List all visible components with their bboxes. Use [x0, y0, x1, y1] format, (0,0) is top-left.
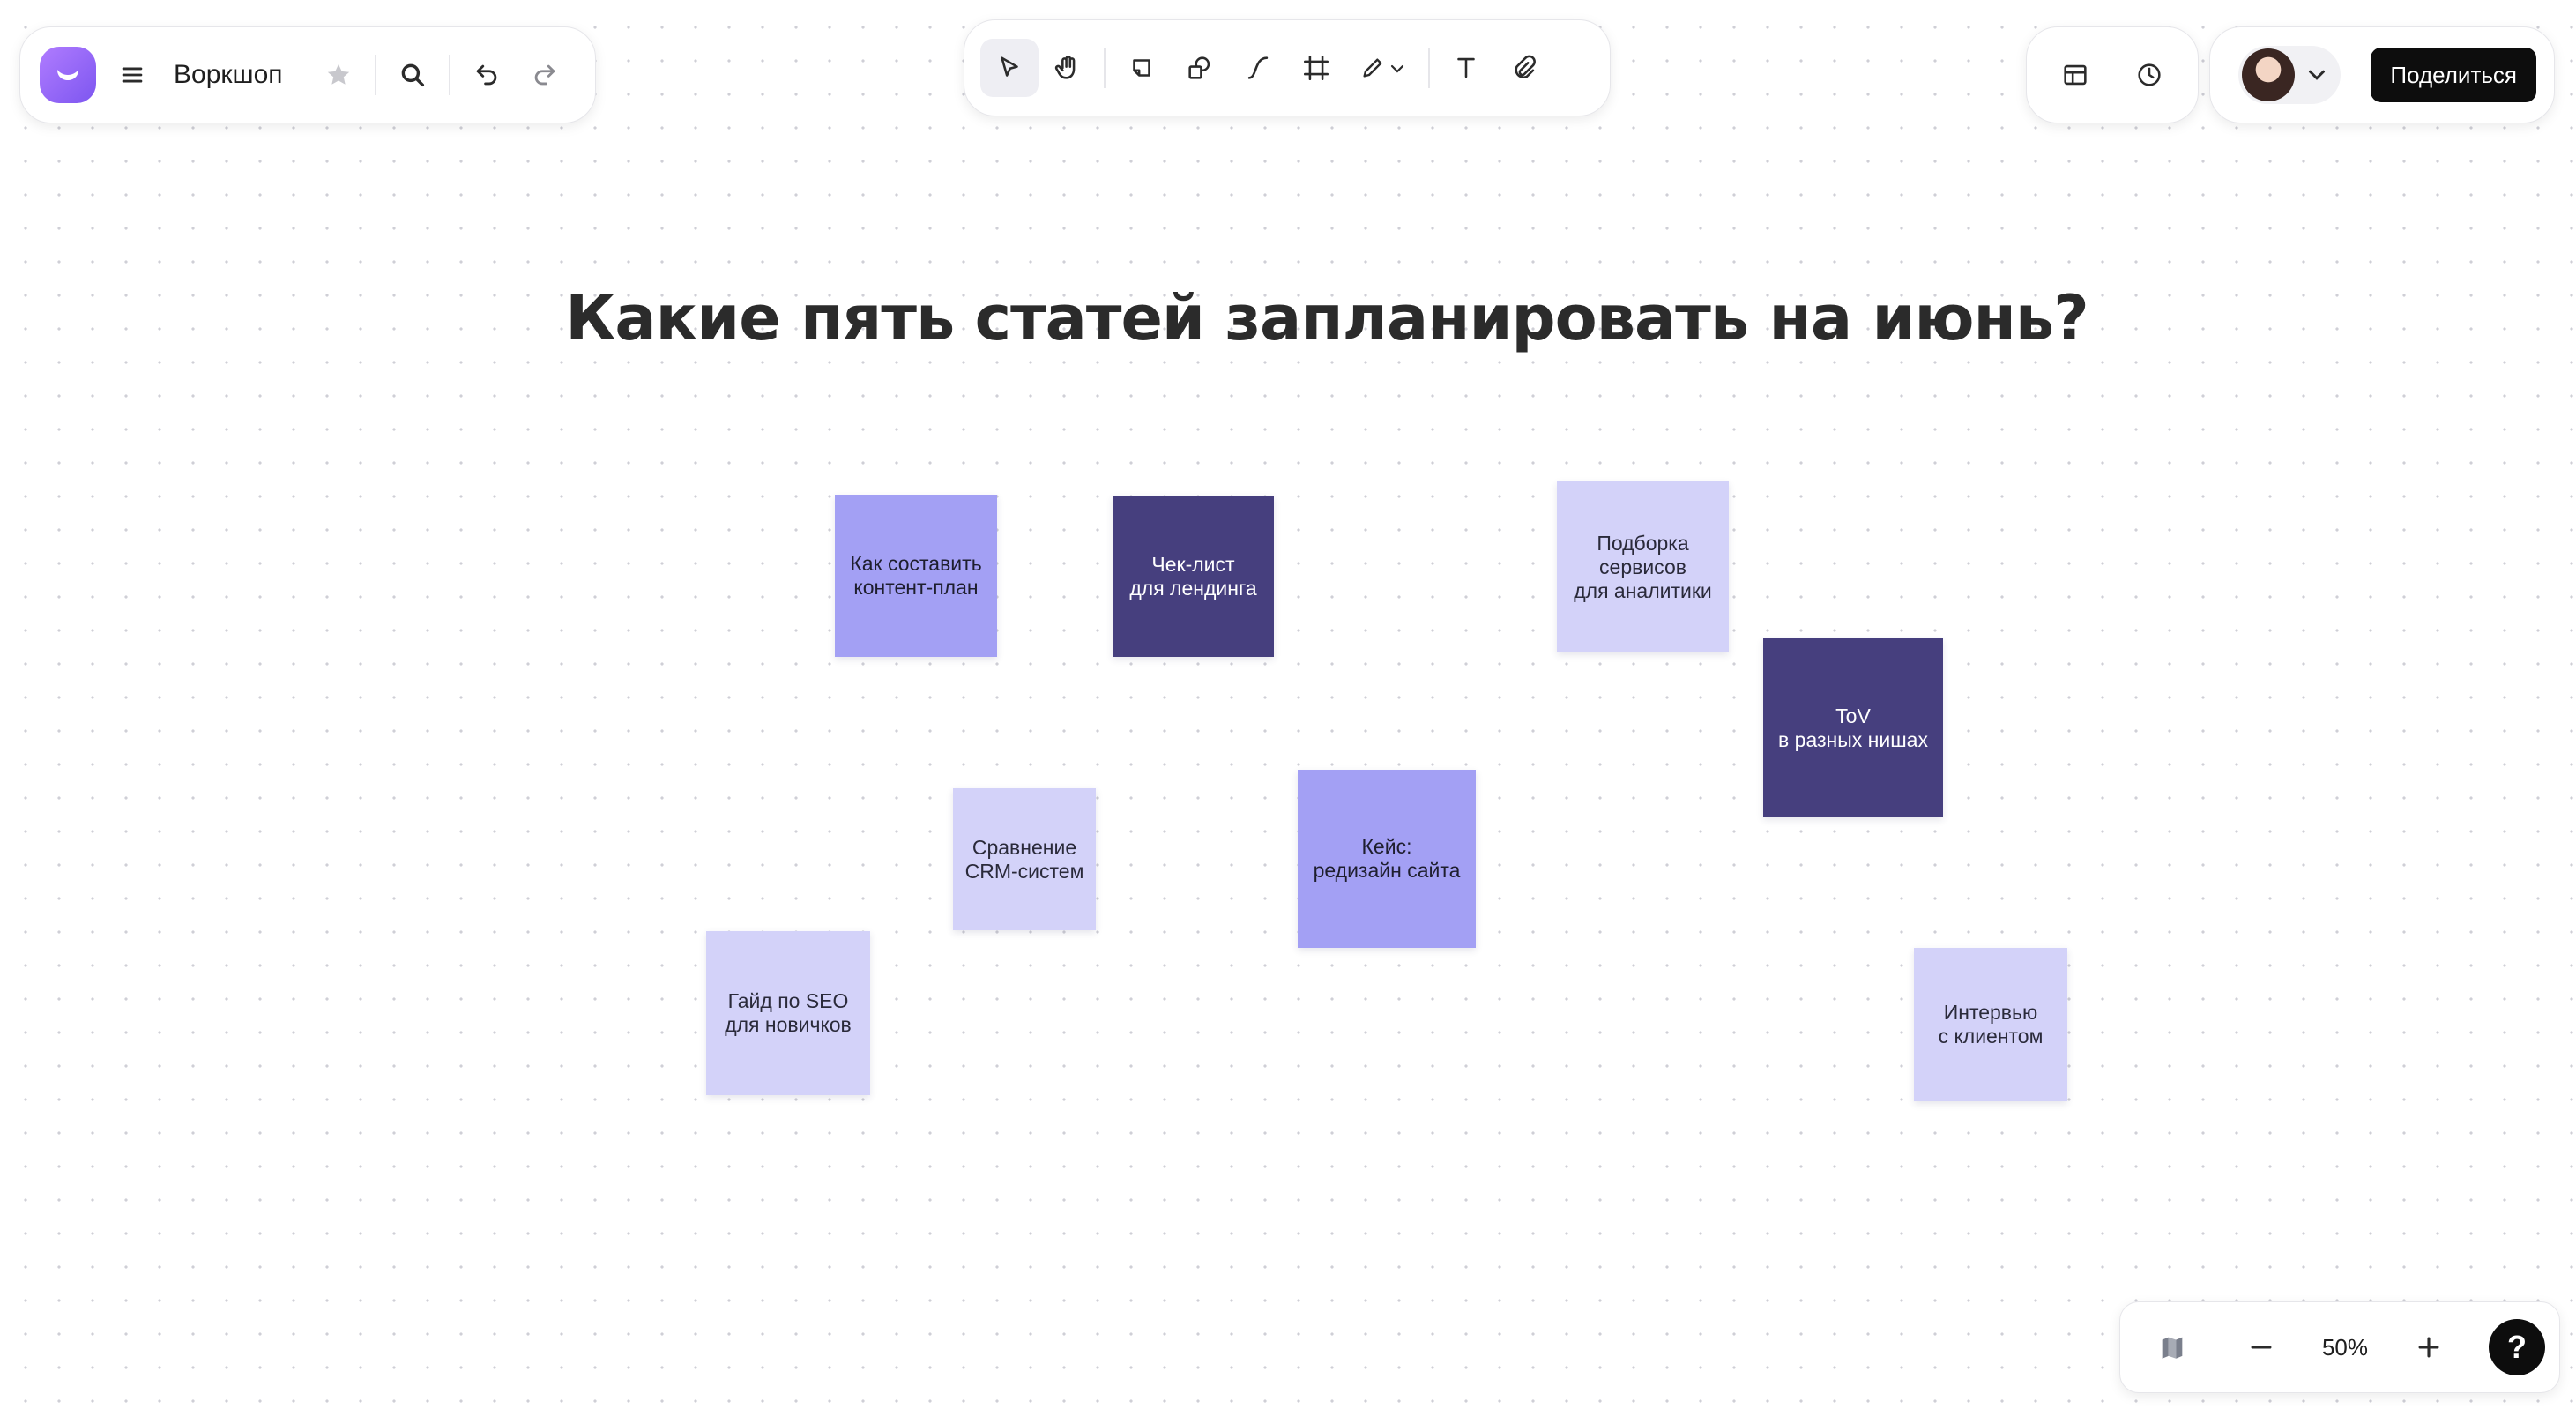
- undo-icon[interactable]: [458, 46, 516, 104]
- text-icon: [1457, 57, 1475, 78]
- zoom-out-button[interactable]: [2232, 1318, 2290, 1376]
- select-icon: [1001, 56, 1018, 77]
- pen-icon: [1363, 58, 1382, 78]
- hand-tool[interactable]: [1039, 39, 1097, 97]
- shapes-tool[interactable]: [1171, 39, 1229, 97]
- sticky-note-icon: [1133, 59, 1150, 77]
- zoom-toolbar: 50% ?: [2119, 1301, 2560, 1393]
- plus-icon: [2418, 1337, 2438, 1358]
- left-toolbar: Воркшоп: [19, 26, 596, 123]
- share-toolbar: Поделиться: [2209, 26, 2555, 123]
- map-icon[interactable]: [2143, 1318, 2201, 1376]
- sticky-note[interactable]: Кейс: редизайн сайта: [1298, 770, 1476, 948]
- chevron-down-icon: [2309, 70, 2325, 80]
- connector-tool[interactable]: [1229, 39, 1287, 97]
- hand-icon: [1054, 56, 1076, 79]
- divider: [448, 55, 450, 95]
- select-tool[interactable]: [980, 39, 1039, 97]
- sticky-note[interactable]: ToV в разных нишах: [1763, 638, 1943, 817]
- redo-icon[interactable]: [516, 46, 574, 104]
- zoom-in-button[interactable]: [2400, 1318, 2458, 1376]
- sticky-note[interactable]: Сравнение CRM-систем: [953, 788, 1096, 930]
- search-icon[interactable]: [383, 46, 442, 104]
- sticky-note[interactable]: Как составить контент-план: [835, 495, 997, 657]
- divider: [1428, 48, 1430, 88]
- text-tool[interactable]: [1437, 39, 1495, 97]
- share-button[interactable]: Поделиться: [2371, 48, 2536, 102]
- help-icon[interactable]: ?: [2488, 1319, 2545, 1375]
- sticky-note[interactable]: Гайд по SEO для новичков: [706, 931, 870, 1095]
- avatar[interactable]: [2242, 48, 2295, 101]
- pen-tool[interactable]: [1345, 39, 1421, 97]
- user-menu[interactable]: [2238, 46, 2341, 104]
- divider: [374, 55, 376, 95]
- menu-icon[interactable]: [103, 46, 161, 104]
- layout-icon[interactable]: [2046, 46, 2104, 104]
- sticky-note[interactable]: Чек-лист для лендинга: [1113, 496, 1274, 657]
- board-title[interactable]: Воркшоп: [174, 60, 283, 90]
- sticky-note[interactable]: Интервью с клиентом: [1914, 948, 2067, 1101]
- view-toolbar: [2026, 26, 2199, 123]
- zoom-level[interactable]: 50%: [2322, 1334, 2368, 1361]
- sticky-note-tool[interactable]: [1113, 39, 1171, 97]
- star-icon[interactable]: [309, 46, 368, 104]
- shapes-icon: [1188, 56, 1210, 79]
- history-icon[interactable]: [2120, 46, 2178, 104]
- tools-toolbar: [964, 19, 1611, 116]
- board-heading[interactable]: Какие пять статей запланировать на июнь?: [0, 282, 2576, 354]
- connector-icon: [1247, 56, 1269, 79]
- sticky-note[interactable]: Подборка сервисов для аналитики: [1557, 481, 1729, 652]
- frame-icon: [1303, 55, 1329, 81]
- frame-tool[interactable]: [1287, 39, 1345, 97]
- divider: [1104, 48, 1106, 88]
- chevron-down-icon: [1390, 64, 1404, 73]
- attachment-icon: [1515, 55, 1536, 78]
- minus-icon: [2252, 1346, 2272, 1349]
- attachment-tool[interactable]: [1495, 39, 1553, 97]
- logo-icon[interactable]: [40, 47, 96, 103]
